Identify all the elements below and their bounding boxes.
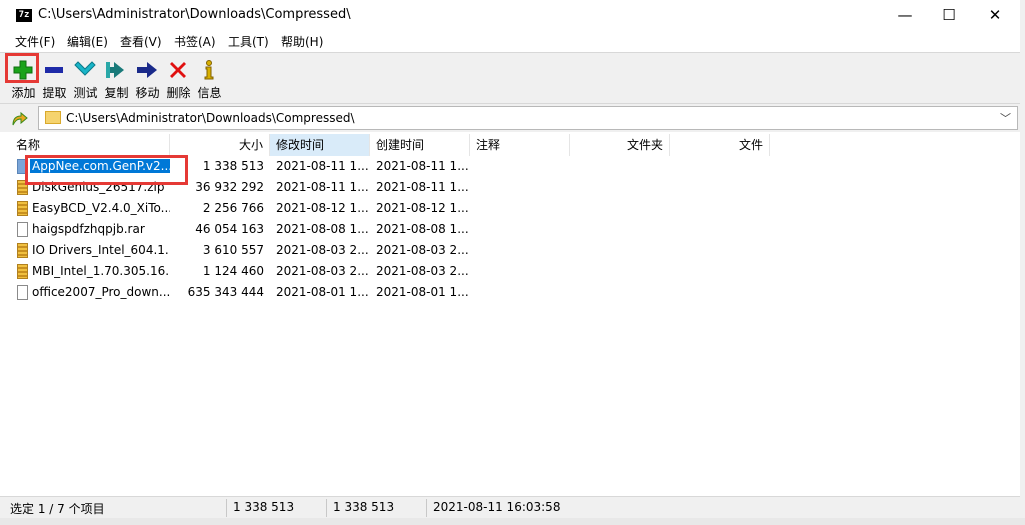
maximize-button[interactable]: ☐ — [926, 0, 972, 30]
column-header-files[interactable]: 文件 — [670, 134, 770, 156]
file-list: 名称 大小 修改时间 创建时间 注释 文件夹 文件 AppNee.com.Gen… — [0, 132, 1020, 496]
menu-tools[interactable]: 工具(T) — [228, 33, 269, 50]
desktop-strip — [0, 518, 1025, 525]
file-created: 2021-08-11 1... — [376, 159, 468, 173]
move-icon — [137, 62, 157, 78]
menu-bookmarks[interactable]: 书签(A) — [174, 33, 216, 50]
column-header-folders[interactable]: 文件夹 — [570, 134, 670, 156]
title-bar: 7z C:\Users\Administrator\Downloads\Comp… — [0, 0, 1020, 30]
status-size: 1 338 513 — [233, 500, 295, 514]
file-modified: 2021-08-12 1... — [276, 201, 368, 215]
app-window: 7z C:\Users\Administrator\Downloads\Comp… — [0, 0, 1020, 525]
7zip-app-icon: 7z — [16, 9, 32, 22]
menu-view[interactable]: 查看(V) — [120, 33, 162, 50]
status-divider — [326, 499, 327, 517]
table-row[interactable]: haigspdfzhqpjb.rar 46 054 163 2021-08-08… — [0, 219, 470, 240]
minimize-button[interactable]: — — [882, 0, 928, 30]
file-icon — [17, 222, 28, 237]
toolbar: 添加 提取 测试 复制 移动 删除 信息 — [0, 52, 1020, 104]
close-button[interactable]: ✕ — [972, 0, 1018, 30]
file-size: 635 343 444 — [187, 285, 264, 299]
info-icon — [204, 60, 214, 80]
test-icon — [74, 61, 96, 76]
chevron-down-icon[interactable]: ﹀ — [1000, 110, 1011, 126]
path-text: C:\Users\Administrator\Downloads\Compres… — [66, 111, 355, 125]
menu-help[interactable]: 帮助(H) — [281, 33, 323, 50]
path-input[interactable]: C:\Users\Administrator\Downloads\Compres… — [38, 106, 1018, 130]
folder-icon — [45, 111, 61, 124]
status-selection: 选定 1 / 7 个项目 — [10, 502, 105, 516]
table-row[interactable]: IO Drivers_Intel_604.1... 3 610 557 2021… — [0, 240, 470, 261]
add-button-highlight — [5, 53, 39, 83]
copy-icon — [106, 62, 124, 78]
menu-edit[interactable]: 编辑(E) — [67, 33, 108, 50]
file-created: 2021-08-01 1... — [376, 285, 468, 299]
menu-file[interactable]: 文件(F) — [15, 33, 55, 50]
column-header-modified[interactable]: 修改时间 — [270, 134, 370, 156]
file-name: office2007_Pro_down... — [32, 285, 170, 299]
file-created: 2021-08-12 1... — [376, 201, 468, 215]
file-size: 2 256 766 — [202, 201, 264, 215]
file-size: 3 610 557 — [202, 243, 264, 257]
extract-icon — [45, 67, 63, 73]
file-created: 2021-08-08 1... — [376, 222, 468, 236]
info-label: 信息 — [197, 86, 222, 100]
status-divider — [226, 499, 227, 517]
column-header-created[interactable]: 创建时间 — [370, 134, 470, 156]
file-created: 2021-08-11 1... — [376, 180, 468, 194]
address-bar: C:\Users\Administrator\Downloads\Compres… — [0, 104, 1020, 132]
table-row[interactable]: EasyBCD_V2.4.0_XiTo... 2 256 766 2021-08… — [0, 198, 470, 219]
file-modified: 2021-08-11 1... — [276, 159, 368, 173]
file-size: 1 124 460 — [202, 264, 264, 278]
menu-bar: 文件(F) 编辑(E) 查看(V) 书签(A) 工具(T) 帮助(H) — [0, 30, 1020, 52]
status-packed-size: 1 338 513 — [333, 500, 395, 514]
file-modified: 2021-08-08 1... — [276, 222, 368, 236]
table-row[interactable]: office2007_Pro_down... 635 343 444 2021-… — [0, 282, 470, 303]
zip-file-icon — [17, 243, 28, 258]
status-bar: 选定 1 / 7 个项目 1 338 513 1 338 513 2021-08… — [0, 496, 1020, 519]
column-header-size[interactable]: 大小 — [170, 134, 270, 156]
table-row[interactable]: MBI_Intel_1.70.305.16... 1 124 460 2021-… — [0, 261, 470, 282]
file-modified: 2021-08-03 2... — [276, 264, 368, 278]
file-name: haigspdfzhqpjb.rar — [32, 222, 145, 236]
file-icon — [17, 285, 28, 300]
zip-file-icon — [17, 201, 28, 216]
file-created: 2021-08-03 2... — [376, 264, 468, 278]
column-header-comment[interactable]: 注释 — [470, 134, 570, 156]
up-folder-icon[interactable] — [11, 110, 29, 126]
file-name: IO Drivers_Intel_604.1... — [32, 243, 170, 257]
file-modified: 2021-08-03 2... — [276, 243, 368, 257]
column-header-name[interactable]: 名称 — [0, 134, 170, 156]
file-name: MBI_Intel_1.70.305.16... — [32, 264, 170, 278]
file-modified: 2021-08-11 1... — [276, 180, 368, 194]
status-divider — [426, 499, 427, 517]
delete-icon — [170, 62, 186, 78]
file-name: EasyBCD_V2.4.0_XiTo... — [32, 201, 170, 215]
status-date: 2021-08-11 16:03:58 — [433, 500, 561, 514]
window-title: C:\Users\Administrator\Downloads\Compres… — [38, 7, 351, 22]
file-modified: 2021-08-01 1... — [276, 285, 368, 299]
file-size: 46 054 163 — [195, 222, 264, 236]
zip-file-icon — [17, 264, 28, 279]
selected-row-highlight — [25, 155, 188, 185]
info-button[interactable]: 信息 — [194, 55, 225, 101]
file-created: 2021-08-03 2... — [376, 243, 468, 257]
